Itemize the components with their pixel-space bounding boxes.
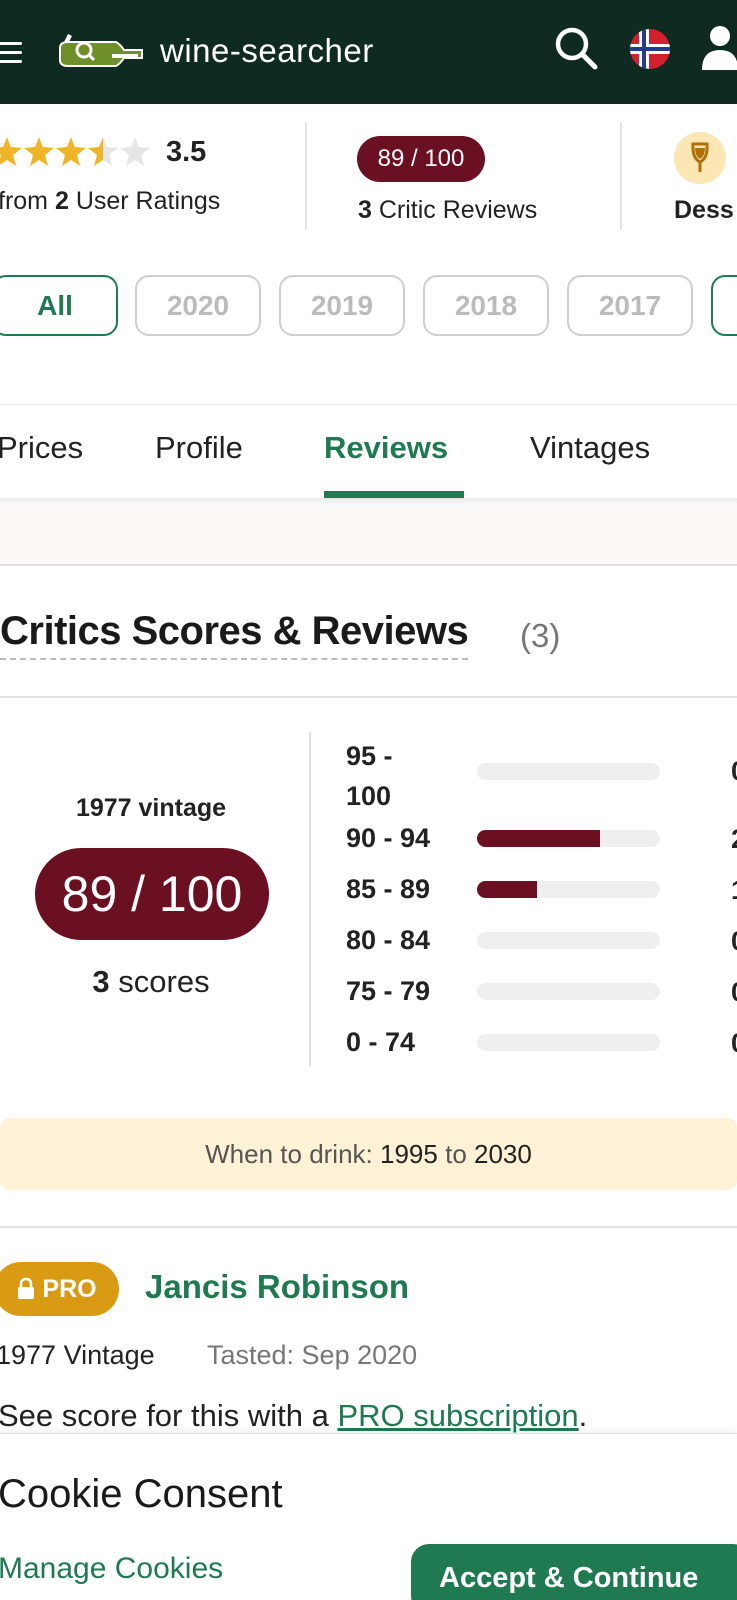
pro-badge-label: PRO (42, 1274, 97, 1303)
critic-count: 3 (358, 196, 372, 224)
wine-bottle-logo-icon (59, 34, 143, 67)
lock-icon (18, 1277, 35, 1299)
scores-label: scores (118, 964, 210, 999)
distribution-row: 80 - 84 0 (346, 920, 737, 960)
divider (305, 122, 307, 230)
distribution-count: 2 (731, 824, 737, 855)
vintage-filter-more[interactable] (711, 275, 737, 336)
drink-prefix: When to drink: (205, 1138, 373, 1169)
critic-score-text: 89 / 100 (377, 145, 465, 172)
distribution-bar-track (477, 1034, 660, 1051)
drink-to-year: 2030 (474, 1138, 532, 1169)
vintage-filter-2017[interactable]: 2017 (567, 275, 693, 336)
distribution-row: 85 - 89 1 (346, 869, 737, 909)
range-line-1: 95 - (346, 741, 393, 771)
divider (0, 404, 737, 405)
review-text: See score for this with a PRO subscripti… (0, 1398, 587, 1434)
tab-profile[interactable]: Profile (155, 430, 243, 466)
drink-to-word: to (445, 1138, 467, 1169)
user-count: 2 (54, 187, 69, 215)
distribution-range-label: 95 - 100 (346, 736, 393, 816)
norway-flag-icon[interactable] (628, 27, 672, 71)
user-star-rating (0, 137, 150, 166)
critic-reviews-label: Critic Reviews (378, 196, 538, 224)
distribution-range-label: 90 - 94 (346, 823, 431, 853)
review-tasted-date: Tasted: Sep 2020 (207, 1340, 418, 1370)
distribution-bar-track (477, 830, 660, 847)
distribution-row: 90 - 94 2 (346, 818, 737, 858)
distribution-count: 0 (731, 1028, 737, 1059)
distribution-range-label: 85 - 89 (346, 874, 431, 904)
summary-score-badge: 89 / 100 (35, 848, 269, 940)
pro-badge[interactable]: PRO (0, 1262, 119, 1316)
pro-subscription-link[interactable]: PRO subscription (337, 1398, 578, 1433)
vintage-filter-2018[interactable]: 2018 (423, 275, 549, 336)
drink-from-year: 1995 (380, 1138, 438, 1169)
review-vintage: 1977 Vintage (0, 1340, 155, 1370)
range-line-2: 100 (346, 781, 392, 811)
divider (309, 732, 311, 1066)
tab-prices[interactable]: Prices (0, 430, 83, 466)
vintage-filter-2019[interactable]: 2019 (279, 275, 405, 336)
summary-scores-count: 3 scores (0, 964, 302, 1000)
search-icon[interactable] (552, 24, 600, 72)
wine-style-label: Dess (674, 196, 734, 224)
cookie-consent-title: Cookie Consent (0, 1472, 283, 1516)
hamburger-menu-icon[interactable] (0, 42, 22, 63)
wine-style-badge (674, 132, 726, 184)
distribution-count: 0 (731, 756, 737, 787)
tabs-shadow (0, 498, 737, 508)
divider (620, 122, 622, 230)
tab-reviews[interactable]: Reviews (324, 430, 448, 466)
scores-number: 3 (92, 964, 110, 999)
section-count: (3) (520, 617, 561, 654)
notice-bar (0, 508, 737, 566)
wine-glass-icon (691, 142, 709, 172)
vintage-filter-2020[interactable]: 2020 (135, 275, 261, 336)
summary-vintage-label: 1977 vintage (75, 794, 227, 822)
critic-reviews-count[interactable]: 3 Critic Reviews (358, 196, 537, 225)
divider (0, 696, 737, 698)
review-text-prefix: See score for this with a (0, 1398, 329, 1433)
distribution-row: 95 - 100 0 (346, 736, 737, 818)
drinking-window: When to drink: 1995 to 2030 (0, 1118, 737, 1190)
distribution-bar-track (477, 763, 660, 780)
user-ratings-count[interactable]: from 2 User Ratings (0, 187, 220, 216)
critic-name-link[interactable]: Jancis Robinson (145, 1268, 409, 1306)
distribution-row: 75 - 79 0 (346, 971, 737, 1011)
from-label: from (0, 187, 48, 215)
distribution-range-label: 0 - 74 (346, 1027, 416, 1057)
distribution-bar-track (477, 932, 660, 949)
distribution-bar-fill (477, 881, 538, 898)
distribution-bar-track (477, 983, 660, 1000)
distribution-bar-fill (477, 830, 600, 847)
user-ratings-label: User Ratings (75, 187, 221, 215)
user-account-icon[interactable] (700, 24, 737, 72)
distribution-bar-track (477, 881, 660, 898)
brand-name[interactable]: wine-searcher (160, 32, 374, 70)
distribution-range-label: 80 - 84 (346, 925, 431, 955)
tab-vintages[interactable]: Vintages (530, 430, 650, 466)
review-text-suffix: . (578, 1398, 588, 1433)
distribution-row: 0 - 74 0 (346, 1022, 737, 1062)
manage-cookies-link[interactable]: Manage Cookies (0, 1552, 223, 1586)
distribution-range-label: 75 - 79 (346, 976, 431, 1006)
distribution-count: 0 (731, 926, 737, 957)
distribution-count: 0 (731, 977, 737, 1008)
distribution-count: 1 (731, 875, 737, 906)
section-title[interactable]: Critics Scores & Reviews (0, 609, 469, 660)
vintage-filter-all[interactable]: All (0, 275, 118, 336)
critic-score-badge: 89 / 100 (357, 136, 485, 182)
accept-continue-button[interactable]: Accept & Continue (411, 1544, 737, 1600)
divider (0, 1226, 737, 1228)
user-rating-value: 3.5 (166, 136, 207, 168)
